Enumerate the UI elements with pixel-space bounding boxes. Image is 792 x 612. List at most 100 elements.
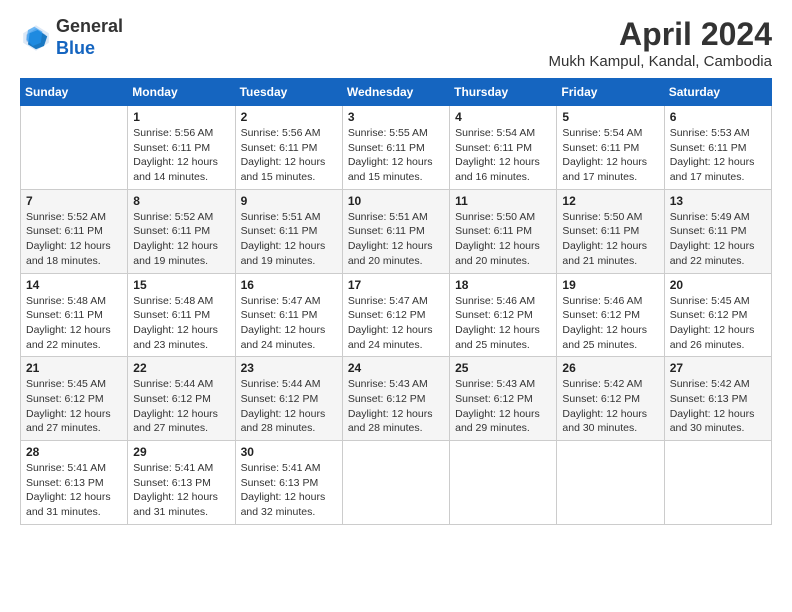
day-number: 13 — [670, 194, 766, 208]
day-number: 29 — [133, 445, 229, 459]
day-info: Sunrise: 5:45 AM Sunset: 6:12 PM Dayligh… — [670, 294, 766, 353]
day-info: Sunrise: 5:48 AM Sunset: 6:11 PM Dayligh… — [133, 294, 229, 353]
calendar-cell: 24 Sunrise: 5:43 AM Sunset: 6:12 PM Dayli… — [342, 357, 449, 441]
calendar-cell: 5 Sunrise: 5:54 AM Sunset: 6:11 PM Daylig… — [557, 106, 664, 190]
calendar-cell — [557, 441, 664, 525]
day-info: Sunrise: 5:42 AM Sunset: 6:13 PM Dayligh… — [670, 377, 766, 436]
header-day-wednesday: Wednesday — [342, 79, 449, 106]
day-number: 14 — [26, 278, 122, 292]
logo-text: General Blue — [56, 16, 123, 59]
day-number: 8 — [133, 194, 229, 208]
page-header: General Blue April 2024 Mukh Kampul, Kan… — [20, 16, 772, 70]
day-number: 3 — [348, 110, 444, 124]
calendar-cell: 13 Sunrise: 5:49 AM Sunset: 6:11 PM Dayli… — [664, 189, 771, 273]
day-number: 24 — [348, 361, 444, 375]
day-info: Sunrise: 5:46 AM Sunset: 6:12 PM Dayligh… — [455, 294, 551, 353]
day-number: 9 — [241, 194, 337, 208]
header-day-monday: Monday — [128, 79, 235, 106]
calendar-cell: 8 Sunrise: 5:52 AM Sunset: 6:11 PM Daylig… — [128, 189, 235, 273]
week-row-1: 1Sunrise: 5:56 AM Sunset: 6:11 PM Daylig… — [21, 106, 772, 190]
logo-icon — [20, 22, 52, 54]
calendar-cell: 21Sunrise: 5:45 AM Sunset: 6:12 PM Dayli… — [21, 357, 128, 441]
calendar-cell: 12 Sunrise: 5:50 AM Sunset: 6:11 PM Dayli… — [557, 189, 664, 273]
day-info: Sunrise: 5:56 AM Sunset: 6:11 PM Dayligh… — [133, 126, 229, 185]
calendar-cell — [21, 106, 128, 190]
day-info: Sunrise: 5:50 AM Sunset: 6:11 PM Dayligh… — [562, 210, 658, 269]
calendar-cell: 3 Sunrise: 5:55 AM Sunset: 6:11 PM Daylig… — [342, 106, 449, 190]
calendar-cell: 22 Sunrise: 5:44 AM Sunset: 6:12 PM Dayli… — [128, 357, 235, 441]
day-number: 7 — [26, 194, 122, 208]
day-number: 30 — [241, 445, 337, 459]
day-info: Sunrise: 5:51 AM Sunset: 6:11 PM Dayligh… — [241, 210, 337, 269]
day-number: 15 — [133, 278, 229, 292]
calendar-cell: 6Sunrise: 5:53 AM Sunset: 6:11 PM Daylig… — [664, 106, 771, 190]
calendar-cell — [342, 441, 449, 525]
day-info: Sunrise: 5:52 AM Sunset: 6:11 PM Dayligh… — [133, 210, 229, 269]
day-number: 20 — [670, 278, 766, 292]
header-day-thursday: Thursday — [450, 79, 557, 106]
week-row-4: 21Sunrise: 5:45 AM Sunset: 6:12 PM Dayli… — [21, 357, 772, 441]
week-row-2: 7 Sunrise: 5:52 AM Sunset: 6:11 PM Daylig… — [21, 189, 772, 273]
day-number: 26 — [562, 361, 658, 375]
day-info: Sunrise: 5:52 AM Sunset: 6:11 PM Dayligh… — [26, 210, 122, 269]
day-info: Sunrise: 5:41 AM Sunset: 6:13 PM Dayligh… — [26, 461, 122, 520]
calendar-cell: 9 Sunrise: 5:51 AM Sunset: 6:11 PM Daylig… — [235, 189, 342, 273]
day-number: 22 — [133, 361, 229, 375]
calendar-cell: 1Sunrise: 5:56 AM Sunset: 6:11 PM Daylig… — [128, 106, 235, 190]
day-number: 28 — [26, 445, 122, 459]
calendar-cell: 15 Sunrise: 5:48 AM Sunset: 6:11 PM Dayli… — [128, 273, 235, 357]
day-info: Sunrise: 5:56 AM Sunset: 6:11 PM Dayligh… — [241, 126, 337, 185]
month-title: April 2024 — [549, 16, 772, 53]
calendar-header: SundayMondayTuesdayWednesdayThursdayFrid… — [21, 79, 772, 106]
calendar-cell: 23 Sunrise: 5:44 AM Sunset: 6:12 PM Dayli… — [235, 357, 342, 441]
day-info: Sunrise: 5:54 AM Sunset: 6:11 PM Dayligh… — [562, 126, 658, 185]
header-row: SundayMondayTuesdayWednesdayThursdayFrid… — [21, 79, 772, 106]
location-subtitle: Mukh Kampul, Kandal, Cambodia — [549, 53, 772, 70]
day-info: Sunrise: 5:44 AM Sunset: 6:12 PM Dayligh… — [133, 377, 229, 436]
logo: General Blue — [20, 16, 123, 59]
day-info: Sunrise: 5:45 AM Sunset: 6:12 PM Dayligh… — [26, 377, 122, 436]
calendar-cell: 16Sunrise: 5:47 AM Sunset: 6:11 PM Dayli… — [235, 273, 342, 357]
day-number: 4 — [455, 110, 551, 124]
header-day-tuesday: Tuesday — [235, 79, 342, 106]
day-number: 10 — [348, 194, 444, 208]
day-info: Sunrise: 5:53 AM Sunset: 6:11 PM Dayligh… — [670, 126, 766, 185]
calendar-cell: 11 Sunrise: 5:50 AM Sunset: 6:11 PM Dayli… — [450, 189, 557, 273]
day-info: Sunrise: 5:48 AM Sunset: 6:11 PM Dayligh… — [26, 294, 122, 353]
calendar-cell: 26 Sunrise: 5:42 AM Sunset: 6:12 PM Dayli… — [557, 357, 664, 441]
header-day-saturday: Saturday — [664, 79, 771, 106]
day-number: 19 — [562, 278, 658, 292]
day-info: Sunrise: 5:49 AM Sunset: 6:11 PM Dayligh… — [670, 210, 766, 269]
calendar-cell: 30Sunrise: 5:41 AM Sunset: 6:13 PM Dayli… — [235, 441, 342, 525]
day-number: 11 — [455, 194, 551, 208]
day-number: 27 — [670, 361, 766, 375]
day-number: 25 — [455, 361, 551, 375]
header-day-friday: Friday — [557, 79, 664, 106]
day-info: Sunrise: 5:44 AM Sunset: 6:12 PM Dayligh… — [241, 377, 337, 436]
day-info: Sunrise: 5:55 AM Sunset: 6:11 PM Dayligh… — [348, 126, 444, 185]
day-info: Sunrise: 5:50 AM Sunset: 6:11 PM Dayligh… — [455, 210, 551, 269]
day-number: 17 — [348, 278, 444, 292]
day-info: Sunrise: 5:43 AM Sunset: 6:12 PM Dayligh… — [455, 377, 551, 436]
calendar-cell: 7 Sunrise: 5:52 AM Sunset: 6:11 PM Daylig… — [21, 189, 128, 273]
calendar-cell: 17Sunrise: 5:47 AM Sunset: 6:12 PM Dayli… — [342, 273, 449, 357]
day-number: 5 — [562, 110, 658, 124]
calendar-cell: 28 Sunrise: 5:41 AM Sunset: 6:13 PM Dayli… — [21, 441, 128, 525]
calendar-cell: 20 Sunrise: 5:45 AM Sunset: 6:12 PM Dayli… — [664, 273, 771, 357]
week-row-5: 28 Sunrise: 5:41 AM Sunset: 6:13 PM Dayli… — [21, 441, 772, 525]
week-row-3: 14 Sunrise: 5:48 AM Sunset: 6:11 PM Dayli… — [21, 273, 772, 357]
day-info: Sunrise: 5:43 AM Sunset: 6:12 PM Dayligh… — [348, 377, 444, 436]
calendar-cell — [664, 441, 771, 525]
calendar-cell: 18 Sunrise: 5:46 AM Sunset: 6:12 PM Dayli… — [450, 273, 557, 357]
calendar-cell: 2Sunrise: 5:56 AM Sunset: 6:11 PM Daylig… — [235, 106, 342, 190]
day-info: Sunrise: 5:54 AM Sunset: 6:11 PM Dayligh… — [455, 126, 551, 185]
day-info: Sunrise: 5:42 AM Sunset: 6:12 PM Dayligh… — [562, 377, 658, 436]
calendar-cell — [450, 441, 557, 525]
day-number: 12 — [562, 194, 658, 208]
day-number: 18 — [455, 278, 551, 292]
calendar-table: SundayMondayTuesdayWednesdayThursdayFrid… — [20, 78, 772, 525]
day-number: 23 — [241, 361, 337, 375]
header-day-sunday: Sunday — [21, 79, 128, 106]
day-info: Sunrise: 5:46 AM Sunset: 6:12 PM Dayligh… — [562, 294, 658, 353]
calendar-cell: 25 Sunrise: 5:43 AM Sunset: 6:12 PM Dayli… — [450, 357, 557, 441]
